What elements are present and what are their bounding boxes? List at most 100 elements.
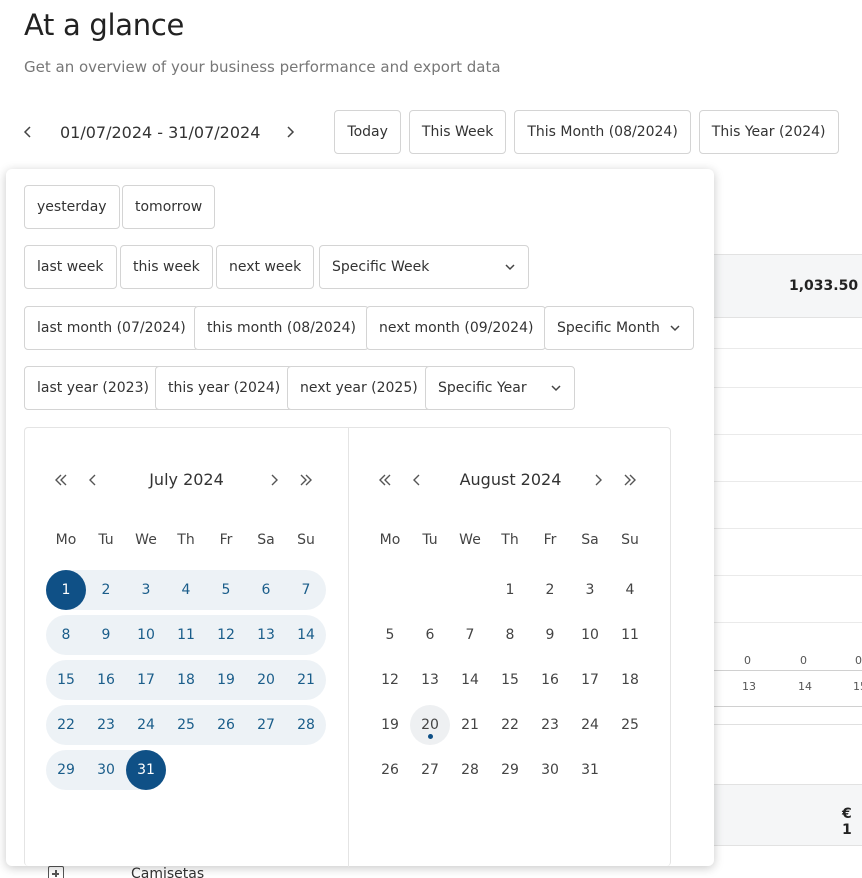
calendar-day[interactable]: 29 xyxy=(46,750,86,790)
calendar-day[interactable]: 29 xyxy=(490,750,530,790)
summary-amount: € 1 xyxy=(842,806,852,838)
this-month-button[interactable]: This Month (08/2024) xyxy=(514,110,691,154)
this-year-chip[interactable]: this year (2024) xyxy=(155,366,294,410)
double-chevron-left-icon[interactable] xyxy=(51,470,71,490)
specific-week-select[interactable]: Specific Week xyxy=(319,245,529,289)
calendar-day[interactable]: 14 xyxy=(286,615,326,655)
calendar-day[interactable]: 1 xyxy=(490,570,530,610)
calendar-day[interactable]: 6 xyxy=(246,570,286,610)
today-button[interactable]: Today xyxy=(334,110,401,154)
this-week-button[interactable]: This Week xyxy=(408,110,507,154)
calendar-day[interactable]: 5 xyxy=(370,615,410,655)
calendar-day[interactable]: 26 xyxy=(206,705,246,745)
date-range-text[interactable]: 01/07/2024 - 31/07/2024 xyxy=(60,123,260,142)
calendar-day[interactable]: 12 xyxy=(206,615,246,655)
tomorrow-button[interactable]: tomorrow xyxy=(122,185,216,229)
calendar-day[interactable]: 24 xyxy=(570,705,610,745)
calendar-day[interactable]: 17 xyxy=(126,660,166,700)
weekday-label: Mo xyxy=(55,532,77,548)
calendar-day[interactable]: 19 xyxy=(370,705,410,745)
calendar-day[interactable]: 6 xyxy=(410,615,450,655)
calendar-day[interactable]: 15 xyxy=(46,660,86,700)
calendar-day[interactable]: 2 xyxy=(86,570,126,610)
calendar-day[interactable]: 20 xyxy=(246,660,286,700)
calendar-day[interactable]: 27 xyxy=(246,705,286,745)
calendar-day[interactable]: 8 xyxy=(490,615,530,655)
calendar-day[interactable]: 5 xyxy=(206,570,246,610)
last-week-button[interactable]: last week xyxy=(24,245,117,289)
calendar-day[interactable]: 22 xyxy=(46,705,86,745)
next-month-button[interactable]: next month (09/2024) xyxy=(366,306,547,350)
divider xyxy=(700,434,862,435)
calendar-day[interactable]: 9 xyxy=(86,615,126,655)
next-year-button[interactable]: next year (2025) xyxy=(287,366,431,410)
calendar-day[interactable]: 19 xyxy=(206,660,246,700)
calendar-day[interactable]: 25 xyxy=(610,705,650,745)
calendar-day[interactable]: 23 xyxy=(530,705,570,745)
calendar-day[interactable]: 7 xyxy=(286,570,326,610)
calendar-day[interactable]: 23 xyxy=(86,705,126,745)
last-month-button[interactable]: last month (07/2024) xyxy=(24,306,199,350)
calendar-day[interactable]: 31 xyxy=(570,750,610,790)
last-year-button[interactable]: last year (2023) xyxy=(24,366,162,410)
calendar-day[interactable]: 28 xyxy=(450,750,490,790)
chevron-left-icon[interactable] xyxy=(16,120,40,144)
chevron-right-icon[interactable] xyxy=(278,120,302,144)
calendar-day[interactable]: 10 xyxy=(126,615,166,655)
calendar-day[interactable]: 12 xyxy=(370,660,410,700)
this-week-chip[interactable]: this week xyxy=(120,245,213,289)
calendar-day[interactable]: 3 xyxy=(570,570,610,610)
double-chevron-right-icon[interactable] xyxy=(296,470,316,490)
weekday-label: Th xyxy=(501,532,519,548)
calendar-day[interactable]: 2 xyxy=(530,570,570,610)
weekday-label: Sa xyxy=(257,532,275,548)
calendar-day[interactable]: 21 xyxy=(286,660,326,700)
calendar-day[interactable]: 17 xyxy=(570,660,610,700)
calendar-day[interactable]: 27 xyxy=(410,750,450,790)
chevron-right-icon[interactable] xyxy=(588,470,608,490)
calendar-day[interactable]: 28 xyxy=(286,705,326,745)
expand-plus-icon[interactable] xyxy=(48,866,64,878)
calendar-day[interactable]: 26 xyxy=(370,750,410,790)
divider xyxy=(700,387,862,388)
this-month-chip[interactable]: this month (08/2024) xyxy=(194,306,369,350)
calendar-day[interactable]: 3 xyxy=(126,570,166,610)
calendar-day[interactable]: 15 xyxy=(490,660,530,700)
calendar-day[interactable]: 18 xyxy=(610,660,650,700)
calendar-day[interactable]: 25 xyxy=(166,705,206,745)
specific-year-select[interactable]: Specific Year xyxy=(425,366,575,410)
specific-month-select[interactable]: Specific Month xyxy=(544,306,694,350)
double-chevron-right-icon[interactable] xyxy=(620,470,640,490)
calendar-day[interactable]: 1 xyxy=(46,570,86,610)
calendar-day[interactable]: 4 xyxy=(610,570,650,610)
calendar-day[interactable]: 21 xyxy=(450,705,490,745)
chevron-left-icon[interactable] xyxy=(83,470,103,490)
chevron-left-icon[interactable] xyxy=(407,470,427,490)
calendar-day[interactable]: 13 xyxy=(246,615,286,655)
calendar-day-today[interactable]: 20 xyxy=(410,705,450,745)
calendar-day[interactable]: 9 xyxy=(530,615,570,655)
calendar-day[interactable]: 22 xyxy=(490,705,530,745)
calendar-day[interactable]: 8 xyxy=(46,615,86,655)
calendar-day[interactable]: 16 xyxy=(86,660,126,700)
category-label: Camisetas xyxy=(131,866,205,878)
calendar-day[interactable]: 4 xyxy=(166,570,206,610)
calendar-day[interactable]: 24 xyxy=(126,705,166,745)
calendar-day[interactable]: 11 xyxy=(166,615,206,655)
double-chevron-left-icon[interactable] xyxy=(375,470,395,490)
calendar-day[interactable]: 11 xyxy=(610,615,650,655)
calendar-day[interactable]: 18 xyxy=(166,660,206,700)
calendar-day[interactable]: 16 xyxy=(530,660,570,700)
calendar-day[interactable]: 31 xyxy=(126,750,166,790)
calendar-day[interactable]: 30 xyxy=(86,750,126,790)
this-year-button[interactable]: This Year (2024) xyxy=(698,110,839,154)
calendar-day[interactable]: 13 xyxy=(410,660,450,700)
calendar-day[interactable]: 14 xyxy=(450,660,490,700)
calendar-day[interactable]: 30 xyxy=(530,750,570,790)
next-week-button[interactable]: next week xyxy=(216,245,315,289)
yesterday-button[interactable]: yesterday xyxy=(24,185,120,229)
chevron-right-icon[interactable] xyxy=(264,470,284,490)
calendar-day[interactable]: 10 xyxy=(570,615,610,655)
weekday-label: Tu xyxy=(422,532,438,548)
calendar-day[interactable]: 7 xyxy=(450,615,490,655)
